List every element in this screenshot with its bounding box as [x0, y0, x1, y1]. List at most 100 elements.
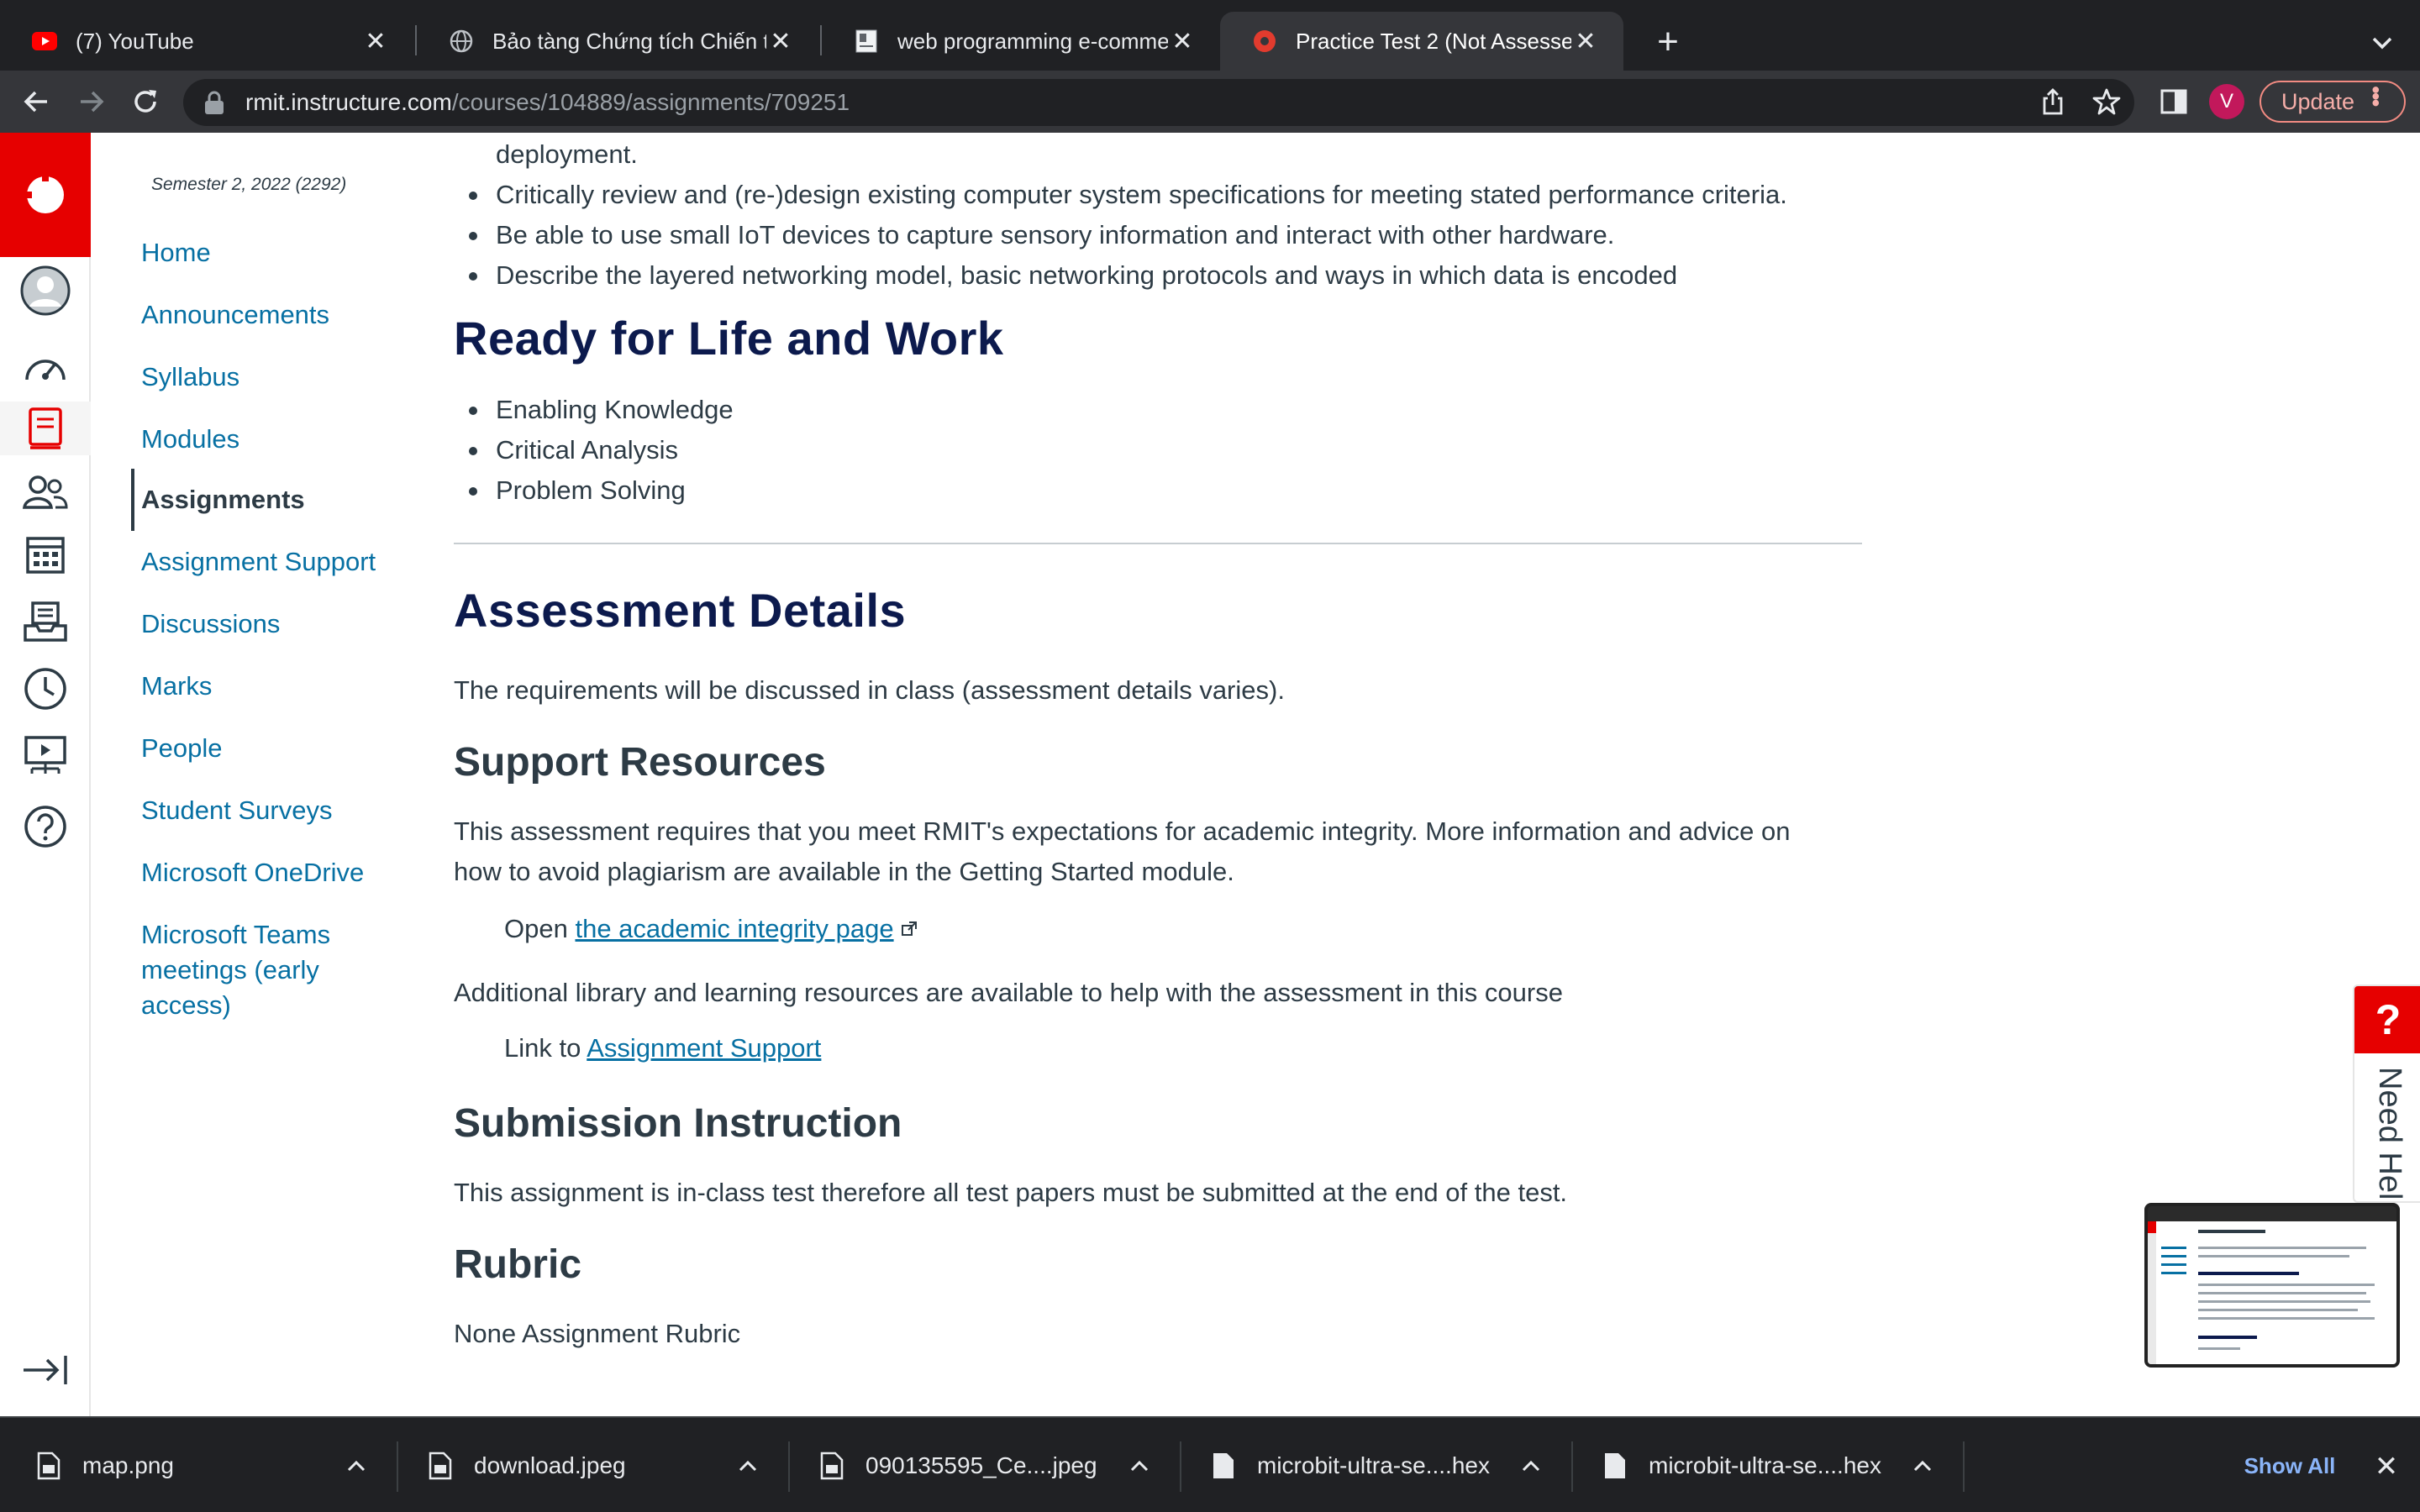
need-help-label: Need Help: [2372, 1067, 2407, 1203]
help-circle-icon: [24, 806, 66, 848]
download-item[interactable]: microbit-ultra-se....hex: [1175, 1433, 1566, 1499]
collapse-arrow-icon: [24, 1356, 67, 1384]
screenshot-preview-thumbnail[interactable]: [2144, 1203, 2400, 1368]
tab-title: Practice Test 2 (Not Assessed): [1296, 28, 1571, 54]
course-navigation: Semester 2, 2022 (2292) Home Announcemen…: [91, 133, 444, 1416]
canvas-logo-icon: [24, 173, 64, 213]
lock-icon[interactable]: [203, 90, 225, 115]
course-nav-onedrive[interactable]: Microsoft OneDrive: [141, 855, 364, 890]
list-item: Critically review and (re-)design existi…: [454, 175, 1787, 215]
course-nav-student-surveys[interactable]: Student Surveys: [141, 793, 332, 828]
tab-youtube[interactable]: (7) YouTube ✕: [0, 12, 413, 71]
file-icon: [1605, 1453, 1625, 1478]
submission-text: This assignment is in-class test therefo…: [454, 1178, 1568, 1207]
close-icon[interactable]: ✕: [361, 27, 390, 56]
rubric-text: None Assignment Rubric: [454, 1319, 741, 1348]
download-filename: microbit-ultra-se....hex: [1649, 1452, 1881, 1478]
assessment-text: The requirements will be discussed in cl…: [454, 675, 1285, 705]
list-item: Enabling Knowledge: [454, 390, 734, 430]
close-downloads-icon[interactable]: ✕: [2368, 1448, 2405, 1485]
rubric-heading: Rubric: [454, 1242, 582, 1287]
download-filename: download.jpeg: [474, 1452, 626, 1478]
collapse-nav-button[interactable]: [20, 1349, 71, 1391]
show-all-downloads-button[interactable]: Show All: [2227, 1443, 2353, 1488]
update-button[interactable]: Update •••: [2260, 81, 2406, 123]
chevron-up-icon[interactable]: [339, 1449, 373, 1483]
download-item[interactable]: microbit-ultra-se....hex: [1566, 1433, 1958, 1499]
address-bar[interactable]: rmit.instructure.com/courses/104889/assi…: [183, 79, 2134, 126]
reload-button[interactable]: [124, 81, 166, 123]
support-heading: Support Resources: [454, 740, 826, 785]
close-icon[interactable]: ✕: [1571, 27, 1600, 56]
star-icon: [2092, 88, 2121, 115]
calendar-nav[interactable]: [0, 528, 91, 581]
download-item[interactable]: map.png: [0, 1433, 395, 1499]
new-tab-button[interactable]: +: [1643, 18, 1693, 66]
help-nav[interactable]: [0, 800, 91, 853]
account-nav[interactable]: [0, 264, 91, 318]
course-nav-discussions[interactable]: Discussions: [141, 606, 280, 642]
history-nav[interactable]: [0, 662, 91, 716]
course-nav-announcements[interactable]: Announcements: [141, 297, 329, 333]
course-nav-assignment-support[interactable]: Assignment Support: [141, 544, 376, 580]
browser-toolbar: rmit.instructure.com/courses/104889/assi…: [0, 71, 2420, 133]
download-item[interactable]: download.jpeg: [392, 1433, 783, 1499]
chevron-up-icon[interactable]: [731, 1449, 765, 1483]
file-icon: [1213, 1453, 1234, 1478]
reload-icon: [134, 90, 156, 113]
groups-nav[interactable]: [0, 465, 91, 519]
course-nav-home[interactable]: Home: [141, 235, 211, 270]
assignment-support-link[interactable]: Assignment Support: [587, 1033, 821, 1063]
close-icon[interactable]: ✕: [1168, 27, 1197, 56]
library-text: Additional library and learning resource…: [454, 978, 1563, 1007]
course-nav-syllabus[interactable]: Syllabus: [141, 360, 239, 395]
tab-war-museum[interactable]: Bảo tàng Chứng tích Chiến tranh ✕: [417, 12, 818, 71]
side-panel-button[interactable]: [2153, 81, 2195, 123]
course-nav-modules[interactable]: Modules: [141, 422, 239, 457]
inbox-icon: [24, 601, 67, 642]
arrow-right-icon: [81, 91, 104, 113]
tab-practice-test[interactable]: Practice Test 2 (Not Assessed) ✕: [1220, 12, 1623, 71]
course-nav-assignments[interactable]: Assignments: [131, 469, 305, 531]
profile-avatar[interactable]: V: [2209, 84, 2244, 119]
forward-button[interactable]: [71, 81, 113, 123]
browser-tab-strip: (7) YouTube ✕ Bảo tàng Chứng tích Chiến …: [0, 0, 2420, 71]
image-file-icon: [429, 1452, 452, 1480]
share-button[interactable]: [2032, 81, 2074, 123]
tab-search-button[interactable]: [2361, 18, 2403, 66]
course-nav-teams-meetings[interactable]: Microsoft Teams meetings (early access): [141, 917, 385, 1023]
global-navigation: [0, 133, 91, 1416]
tab-title: (7) YouTube: [76, 28, 194, 54]
course-nav-people[interactable]: People: [141, 731, 223, 766]
back-button[interactable]: [15, 81, 57, 123]
chevron-up-icon[interactable]: [1514, 1449, 1548, 1483]
inbox-nav[interactable]: [0, 595, 91, 648]
list-item: Critical Analysis: [454, 430, 734, 470]
support-link-prefix: Link to: [504, 1033, 581, 1063]
courses-nav[interactable]: [0, 402, 91, 455]
need-help-tab[interactable]: ? Need Help: [2353, 984, 2420, 1203]
rmit-logo[interactable]: [0, 133, 91, 257]
url-text: rmit.instructure.com/courses/104889/assi…: [245, 89, 850, 115]
assignment-content: deployment. Critically review and (re-)d…: [454, 133, 1865, 1416]
course-nav-marks[interactable]: Marks: [141, 669, 212, 704]
tab-web-programming[interactable]: web programming e-commerce ✕: [822, 12, 1220, 71]
list-item: Problem Solving: [454, 470, 734, 511]
integrity-prefix: Open: [504, 914, 568, 943]
bookmark-button[interactable]: [2086, 81, 2128, 123]
calendar-icon: [26, 537, 65, 574]
studio-icon: [24, 736, 66, 774]
download-filename: map.png: [82, 1452, 174, 1478]
download-item[interactable]: 090135595_Ce....jpeg: [783, 1433, 1175, 1499]
courses-book-icon: [29, 407, 62, 449]
external-link-icon: [902, 921, 918, 936]
assessment-heading: Assessment Details: [454, 584, 907, 637]
close-icon[interactable]: ✕: [766, 27, 795, 56]
chevron-up-icon[interactable]: [1123, 1449, 1156, 1483]
studio-nav[interactable]: [0, 729, 91, 783]
chevron-up-icon[interactable]: [1906, 1449, 1939, 1483]
user-avatar-icon: [20, 265, 71, 316]
dashboard-nav[interactable]: [0, 339, 91, 393]
academic-integrity-link[interactable]: the academic integrity page: [575, 914, 893, 943]
submission-heading: Submission Instruction: [454, 1101, 902, 1146]
